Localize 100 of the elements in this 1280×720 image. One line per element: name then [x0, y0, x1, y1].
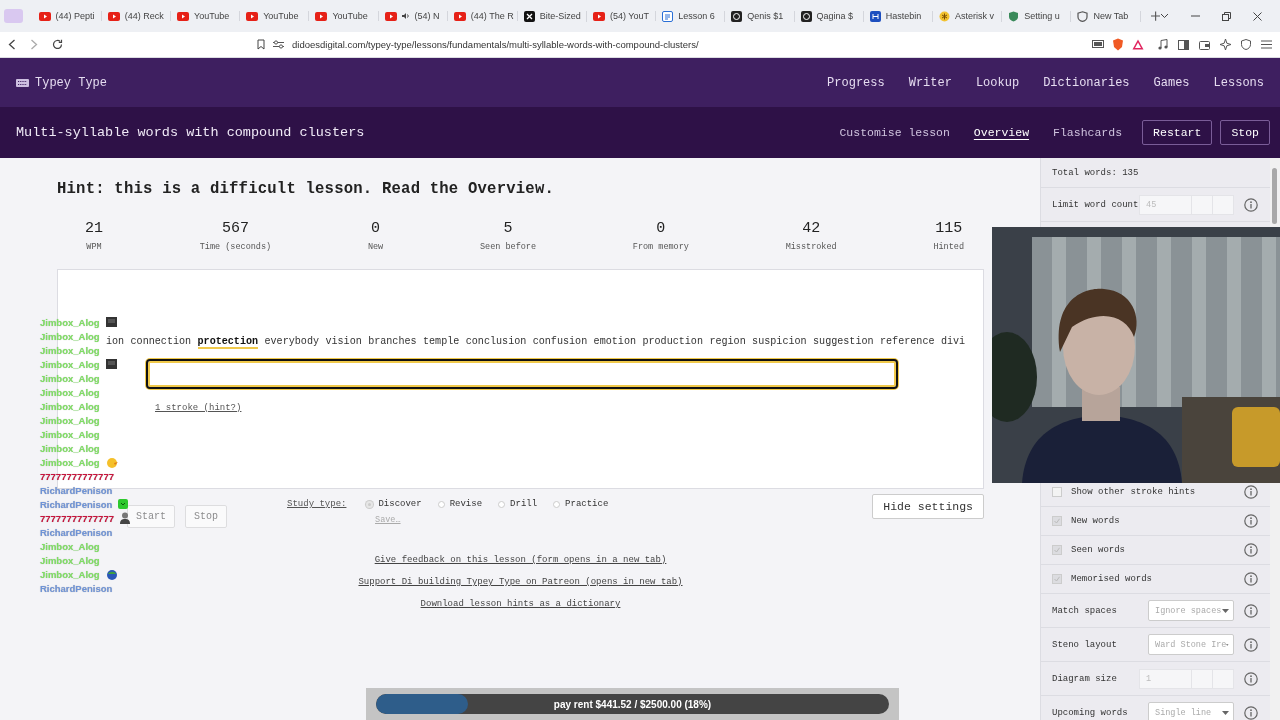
word: branches: [368, 336, 417, 349]
checkbox[interactable]: [1052, 545, 1062, 555]
menu-icon[interactable]: [1261, 40, 1272, 49]
chat-username: 77777777777777: [40, 512, 114, 524]
browser-tab[interactable]: (54) N: [378, 11, 448, 21]
lesson-link[interactable]: Overview: [961, 120, 1042, 145]
radio-label[interactable]: Drill: [510, 499, 538, 509]
word: region: [709, 336, 746, 349]
info-icon[interactable]: [1244, 705, 1259, 720]
current-word: protection: [197, 336, 259, 349]
radio-label[interactable]: Discover: [378, 499, 422, 509]
triangle-icon[interactable]: [1132, 39, 1144, 50]
chat-username: Jimbox_Alog: [40, 330, 100, 342]
browser-tab[interactable]: Setting u: [1002, 10, 1072, 22]
browser-tab[interactable]: Hastebin: [863, 10, 933, 22]
caret-icon: [1222, 710, 1230, 715]
browser-tab[interactable]: New Tab: [1071, 10, 1141, 22]
nav-link[interactable]: Progress: [827, 75, 885, 90]
shield-icon[interactable]: [1241, 39, 1251, 50]
lion-shield-icon[interactable]: [1112, 38, 1124, 51]
bookmark-icon[interactable]: [257, 39, 265, 50]
keyboard-icon: [16, 78, 29, 87]
browser-tab[interactable]: Asterisk v: [933, 10, 1003, 22]
setting-label[interactable]: Memorised words: [1071, 574, 1245, 584]
play-icon: [592, 11, 605, 21]
browser-tab[interactable]: Lesson 6: [656, 10, 726, 22]
info-icon[interactable]: [1244, 603, 1259, 618]
info-icon[interactable]: [1244, 197, 1259, 212]
checkbox[interactable]: [1052, 487, 1062, 497]
restore-icon[interactable]: [1222, 11, 1231, 21]
site-settings-icon[interactable]: [273, 40, 284, 49]
brand-name[interactable]: Typey Type: [35, 75, 107, 90]
footer-link[interactable]: Download lesson hints as a dictionary: [420, 599, 621, 609]
setting-label[interactable]: New words: [1071, 516, 1245, 526]
typing-input[interactable]: [146, 359, 898, 389]
info-icon[interactable]: [1244, 671, 1259, 686]
radio-label[interactable]: Revise: [449, 499, 483, 509]
radio-button[interactable]: [498, 500, 506, 508]
lesson-control-button[interactable]: Stop: [185, 505, 228, 528]
new-tab-icon[interactable]: [1150, 11, 1160, 21]
sparkle-icon[interactable]: [1220, 39, 1231, 50]
info-icon[interactable]: [1244, 543, 1259, 557]
chevron-icon[interactable]: [1160, 13, 1169, 19]
setting-label[interactable]: Seen words: [1071, 545, 1245, 555]
nav-link[interactable]: Games: [1153, 75, 1190, 90]
browser-tab[interactable]: YouTube: [170, 11, 241, 21]
browser-tab[interactable]: YouTube: [240, 11, 310, 21]
radio-button[interactable]: [366, 500, 374, 508]
play-icon: [107, 11, 120, 21]
radio-button[interactable]: [553, 500, 561, 508]
info-icon[interactable]: [1244, 637, 1259, 652]
checkbox[interactable]: [1052, 574, 1062, 584]
setting-label[interactable]: Show other stroke hints: [1071, 487, 1245, 497]
browser-tab[interactable]: (44) Reck: [101, 11, 171, 21]
wallet-icon[interactable]: [1199, 39, 1210, 50]
emote-icon: [105, 568, 118, 580]
browser-tab[interactable]: YouTube: [309, 11, 379, 21]
browser-tab[interactable]: (54) YouT: [586, 11, 657, 21]
caret-icon: [1222, 608, 1230, 613]
music-icon[interactable]: [1158, 39, 1168, 50]
lesson-link[interactable]: Flashcards: [1041, 120, 1135, 145]
radio-label[interactable]: Practice: [565, 499, 609, 509]
chat-username: Jimbox_Alog: [40, 400, 100, 412]
word: ion: [106, 336, 125, 349]
nav-link[interactable]: Writer: [908, 75, 952, 90]
back-icon[interactable]: [8, 39, 16, 50]
emote-icon: [105, 317, 117, 327]
word: reference: [880, 336, 935, 349]
nav-link[interactable]: Dictionaries: [1043, 75, 1130, 90]
lesson-button[interactable]: Stop: [1220, 120, 1270, 145]
info-icon[interactable]: [1244, 572, 1259, 586]
cast-icon[interactable]: [1092, 40, 1104, 49]
browser-tab[interactable]: Bite-Sized: [517, 10, 587, 22]
stroke-hint-link[interactable]: 1 stroke (hint?): [155, 403, 242, 413]
stat-value: 567: [221, 220, 249, 237]
footer-link[interactable]: Support Di building Typey Type on Patreon (opens in new tab): [358, 577, 683, 587]
reload-icon[interactable]: [52, 39, 63, 50]
info-icon[interactable]: [1244, 485, 1259, 499]
setting-label: Match spaces: [1052, 605, 1118, 616]
duck-icon: [105, 456, 119, 468]
sidebar-icon[interactable]: [1178, 39, 1189, 50]
lesson-button[interactable]: Restart: [1142, 120, 1213, 145]
browser-tab[interactable]: Qenis $1: [725, 10, 795, 22]
forward-icon[interactable]: [30, 39, 38, 50]
nav-link[interactable]: Lessons: [1213, 75, 1264, 90]
browser-tab[interactable]: (44) Pepti: [32, 11, 102, 21]
browser-tab[interactable]: (44) The R: [447, 11, 518, 21]
browser-tab[interactable]: Qagina $: [794, 10, 864, 22]
close-icon[interactable]: [1253, 11, 1262, 21]
word: production: [642, 336, 703, 349]
checkbox[interactable]: [1052, 516, 1062, 526]
footer-link[interactable]: Give feedback on this lesson (form opens in a new tab): [374, 555, 667, 565]
word: connection: [130, 336, 192, 349]
radio-button[interactable]: [437, 500, 445, 508]
nav-link[interactable]: Lookup: [975, 75, 1020, 90]
speaker-icon: [401, 12, 410, 20]
info-icon[interactable]: [1244, 514, 1259, 528]
hide-settings-button[interactable]: Hide settings: [872, 494, 984, 519]
scrollbar-thumb[interactable]: [1272, 168, 1278, 224]
lesson-link[interactable]: Customise lesson: [827, 120, 962, 145]
